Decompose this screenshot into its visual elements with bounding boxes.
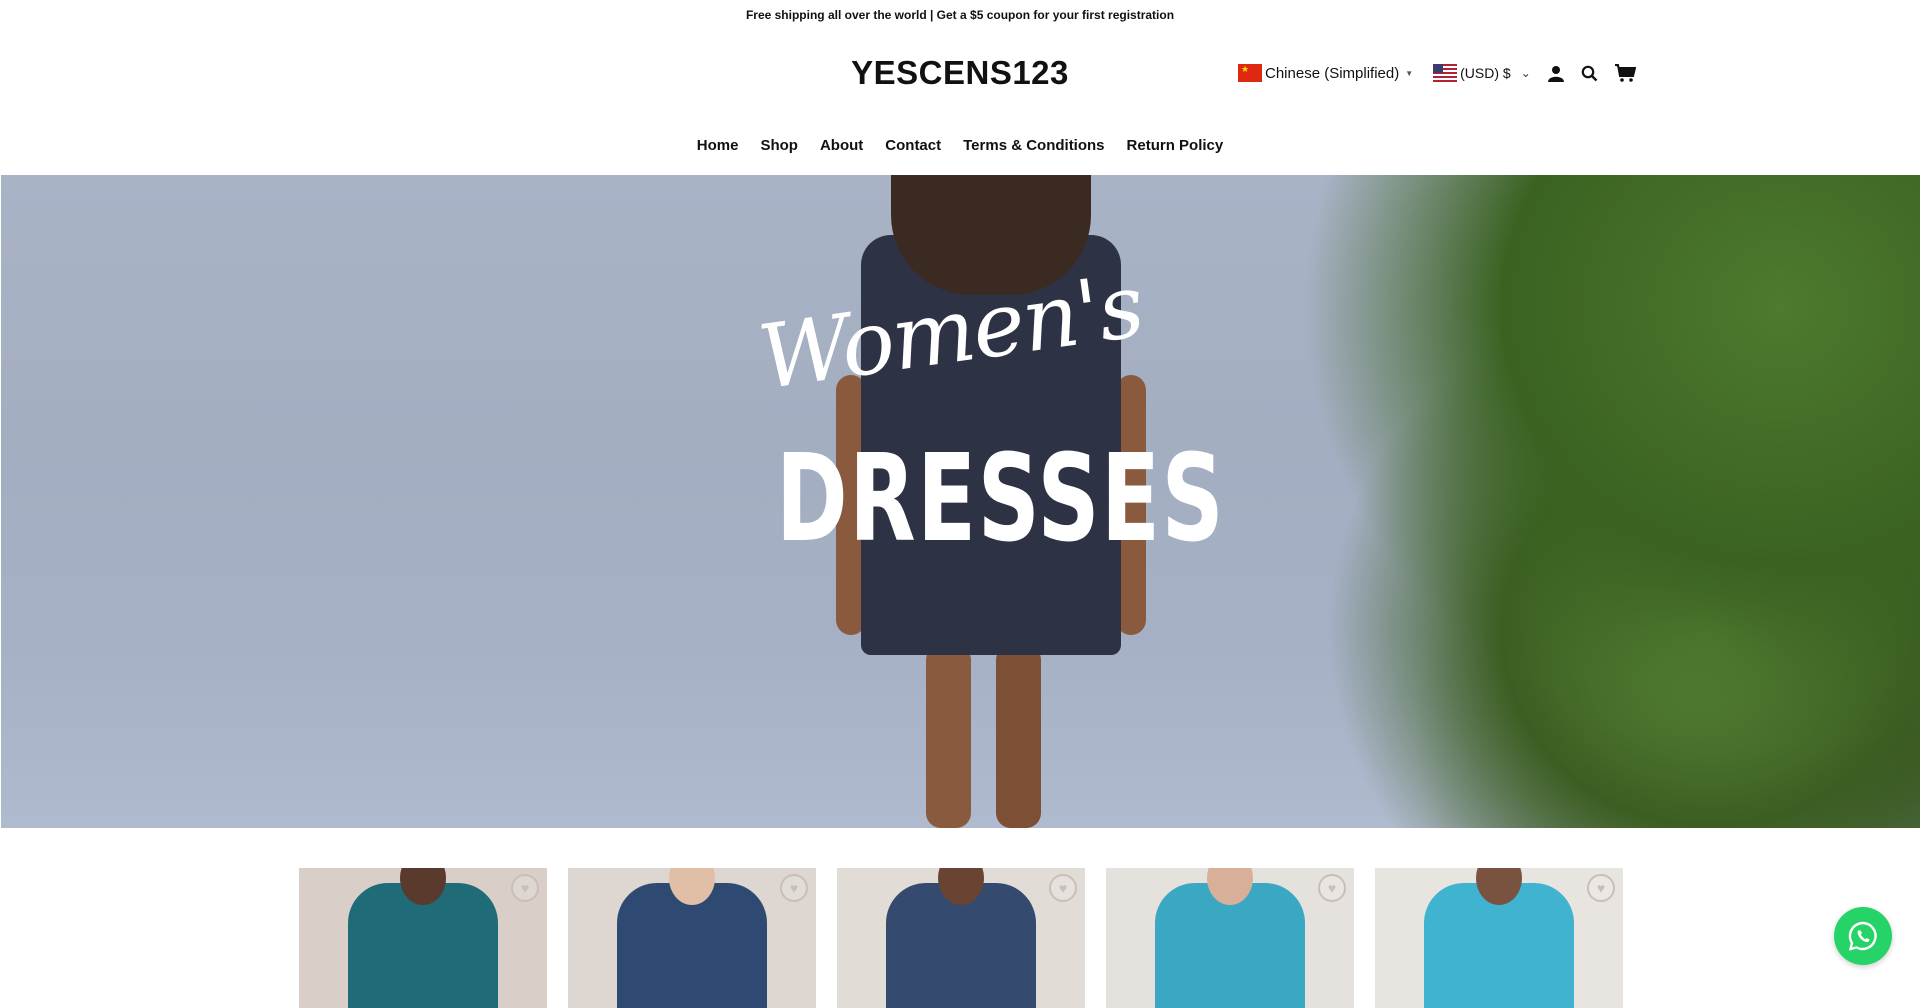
currency-label: (USD) $	[1460, 65, 1511, 81]
model-head	[1476, 868, 1522, 905]
announcement-bar: Free shipping all over the world | Get a…	[0, 0, 1920, 30]
us-flag-icon	[1433, 64, 1458, 82]
account-icon[interactable]	[1547, 64, 1565, 82]
nav-shop[interactable]: Shop	[760, 137, 798, 154]
product-image	[886, 868, 1036, 1008]
whatsapp-chat-button[interactable]	[1834, 907, 1892, 965]
wishlist-heart-icon[interactable]: ♥	[1587, 874, 1615, 902]
product-grid: ♥ ♥ ♥ ♥ ♥	[299, 868, 1623, 1008]
nav-about[interactable]: About	[820, 137, 863, 154]
currency-selector[interactable]: (USD) $ ⌄	[1433, 64, 1531, 82]
cn-flag-icon	[1238, 64, 1262, 82]
whatsapp-icon	[1848, 921, 1877, 951]
product-image	[1424, 868, 1574, 1008]
model-head	[938, 868, 984, 905]
product-image	[348, 868, 498, 1008]
product-card[interactable]: ♥	[1375, 868, 1623, 1008]
product-image	[1155, 868, 1305, 1008]
model-head	[669, 868, 715, 905]
foliage-image	[1220, 175, 1920, 828]
product-card[interactable]: ♥	[1106, 868, 1354, 1008]
product-card[interactable]: ♥	[837, 868, 1085, 1008]
wishlist-heart-icon[interactable]: ♥	[1318, 874, 1346, 902]
nav-contact[interactable]: Contact	[885, 137, 941, 154]
wishlist-heart-icon[interactable]: ♥	[511, 874, 539, 902]
nav-terms[interactable]: Terms & Conditions	[963, 137, 1104, 154]
hero-banner[interactable]: Women's DRESSES	[1, 175, 1920, 828]
language-label: Chinese (Simplified)	[1265, 64, 1400, 82]
chevron-down-icon: ⌄	[1520, 66, 1531, 80]
nav-home[interactable]: Home	[697, 137, 739, 154]
product-image	[617, 868, 767, 1008]
wishlist-heart-icon[interactable]: ♥	[1049, 874, 1077, 902]
announcement-text: Free shipping all over the world | Get a…	[745, 8, 1175, 22]
leg	[926, 645, 971, 828]
product-card[interactable]: ♥	[299, 868, 547, 1008]
nav-return-policy[interactable]: Return Policy	[1127, 137, 1224, 154]
cart-icon[interactable]	[1614, 63, 1636, 83]
wishlist-heart-icon[interactable]: ♥	[780, 874, 808, 902]
model-head	[1207, 868, 1253, 905]
search-icon[interactable]	[1581, 65, 1598, 82]
product-card[interactable]: ♥	[568, 868, 816, 1008]
leg	[996, 645, 1041, 828]
caret-down-icon: ▼	[1405, 68, 1414, 78]
header-tools: Chinese (Simplified) ▼ (USD) $ ⌄	[1238, 63, 1636, 83]
model-head	[400, 868, 446, 905]
language-selector[interactable]: Chinese (Simplified) ▼	[1238, 64, 1413, 82]
main-nav: Home Shop About Contact Terms & Conditio…	[0, 137, 1920, 154]
hero-heading: DRESSES	[776, 430, 1226, 569]
